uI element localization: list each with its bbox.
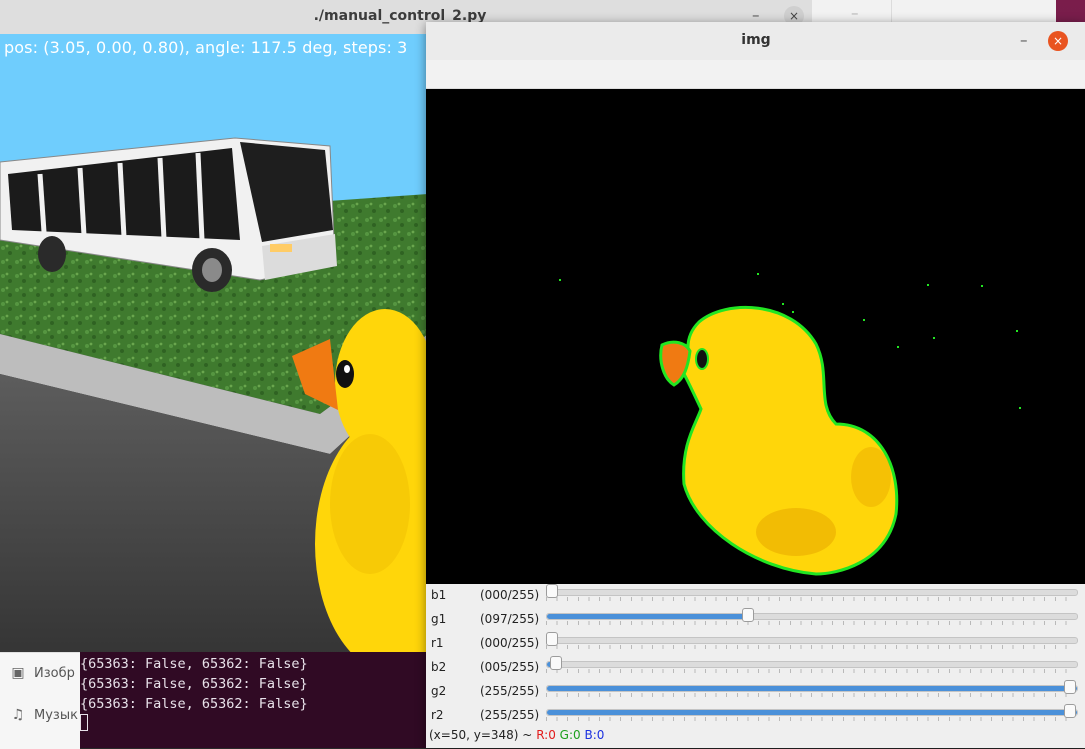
- blue-value: B:0: [584, 728, 605, 742]
- sidebar-item-label: Изобр: [34, 665, 75, 681]
- duck-mask-image: [559, 273, 1021, 576]
- trackbar-value: (000/255): [480, 588, 540, 602]
- trackbar-r1: r1 (000/255): [426, 632, 1085, 656]
- trackbar-ticks: [546, 621, 1076, 625]
- trackbar-slider[interactable]: [546, 589, 1078, 596]
- trackbar-handle[interactable]: [550, 656, 563, 670]
- trackbar-value: (005/255): [480, 660, 540, 674]
- background-divider: [891, 0, 892, 24]
- trackbar-ticks: [546, 645, 1076, 649]
- sidebar-item-label: Музык: [34, 707, 78, 723]
- trackbar-label: r1: [431, 636, 444, 650]
- img-toolbar: [426, 60, 1085, 89]
- minimize-button[interactable]: –: [1020, 31, 1028, 49]
- pixel-status-bar: (x=50, y=348) ~ R:0 G:0 B:0: [429, 728, 604, 742]
- trackbar-b1: b1 (000/255): [426, 584, 1085, 608]
- background-minimize-button[interactable]: –: [851, 4, 859, 22]
- files-sidebar: ▣ Изобр ♫ Музык: [0, 652, 80, 749]
- terminal-cursor: [80, 714, 88, 731]
- trackbar-handle[interactable]: [1064, 680, 1076, 694]
- terminal-line: {65363: False, 65362: False}: [80, 656, 308, 672]
- simulator-scene-image: [0, 34, 428, 654]
- trackbar-ticks: [546, 669, 1076, 673]
- close-button[interactable]: ×: [1048, 31, 1068, 51]
- trackbar-fill: [547, 686, 1077, 691]
- image-icon: ▣: [11, 665, 25, 681]
- terminal-output[interactable]: {65363: False, 65362: False} {65363: Fal…: [80, 652, 428, 748]
- trackbar-slider[interactable]: [546, 613, 1078, 620]
- trackbar-label: g2: [431, 684, 447, 698]
- terminal-line: {65363: False, 65362: False}: [80, 696, 308, 712]
- hud-status-text: pos: (3.05, 0.00, 0.80), angle: 117.5 de…: [4, 38, 408, 57]
- terminal-line: {65363: False, 65362: False}: [80, 676, 308, 692]
- trackbar-slider[interactable]: [546, 685, 1078, 692]
- trackbar-value: (000/255): [480, 636, 540, 650]
- trackbar-g2: g2 (255/255): [426, 680, 1085, 704]
- trackbar-handle[interactable]: [546, 584, 558, 598]
- trackbar-slider[interactable]: [546, 661, 1078, 668]
- trackbar-label: b1: [431, 588, 447, 602]
- trackbar-label: g1: [431, 612, 447, 626]
- trackbar-ticks: [546, 597, 1076, 601]
- trackbar-value: (097/255): [480, 612, 540, 626]
- trackbar-handle[interactable]: [741, 608, 754, 622]
- red-value: R:0: [536, 728, 556, 742]
- simulator-view: [0, 34, 428, 654]
- image-display[interactable]: [426, 89, 1085, 584]
- trackbar-r2: r2 (255/255): [426, 704, 1085, 728]
- trackbar-value: (255/255): [480, 708, 540, 722]
- trackbar-handle[interactable]: [1064, 704, 1076, 718]
- img-window: img – × b1 (000/255) g1 (097/255) r1 (00…: [426, 22, 1085, 748]
- trackbar-ticks: [546, 693, 1076, 697]
- trackbar-ticks: [546, 717, 1076, 721]
- trackbar-label: b2: [431, 660, 447, 674]
- trackbar-slider[interactable]: [546, 637, 1078, 644]
- trackbar-b2: b2 (005/255): [426, 656, 1085, 680]
- sidebar-item-images[interactable]: ▣ Изобр: [10, 665, 75, 681]
- green-value: G:0: [559, 728, 581, 742]
- cursor-coords: (x=50, y=348) ~: [429, 728, 533, 742]
- trackbar-handle[interactable]: [546, 632, 558, 646]
- music-icon: ♫: [11, 707, 25, 723]
- img-titlebar[interactable]: img – ×: [426, 22, 1085, 61]
- trackbar-value: (255/255): [480, 684, 540, 698]
- trackbar-label: r2: [431, 708, 444, 722]
- sidebar-item-music[interactable]: ♫ Музык: [10, 707, 78, 723]
- trackbar-g1: g1 (097/255): [426, 608, 1085, 632]
- trackbar-slider[interactable]: [546, 709, 1078, 716]
- trackbar-fill: [547, 614, 749, 619]
- window-title: img: [741, 32, 771, 48]
- trackbar-fill: [547, 710, 1077, 715]
